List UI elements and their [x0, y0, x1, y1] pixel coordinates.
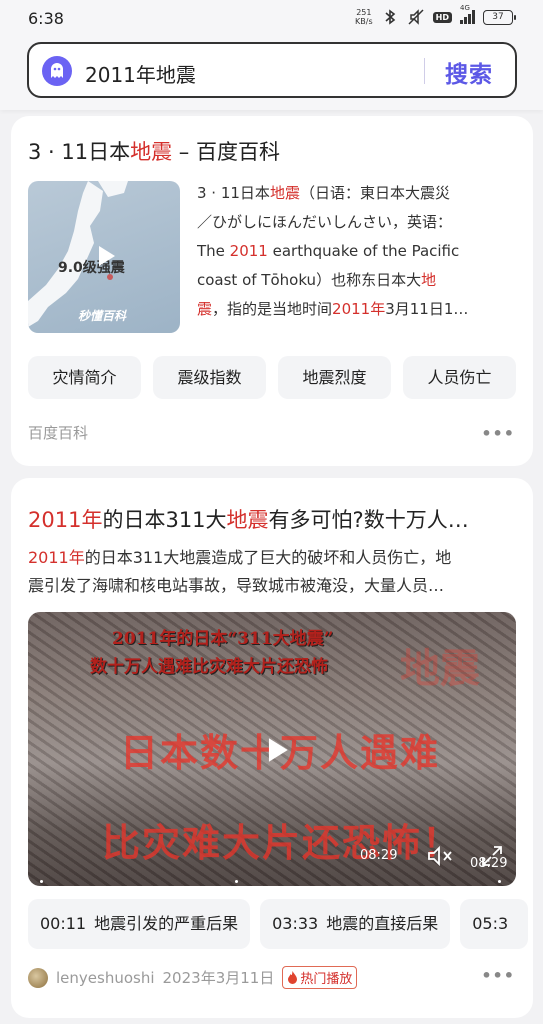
- topic-chips: 灾情简介 震级指数 地震烈度 人员伤亡: [28, 356, 516, 399]
- battery-icon: 37: [483, 9, 516, 25]
- chapter-item[interactable]: 03:33 地震的直接后果: [260, 899, 451, 949]
- chip-disaster-intro[interactable]: 灾情简介: [28, 356, 141, 399]
- chapter-label: 地震的直接后果: [326, 914, 439, 933]
- title-part: 3 · 11日本: [28, 140, 131, 164]
- result-source[interactable]: 百度百科: [28, 422, 88, 443]
- bluetooth-icon: [385, 9, 395, 25]
- video-overlay-ghost-text: 地震: [400, 646, 480, 692]
- title-part: 有多可怕?数十万人…: [268, 508, 469, 532]
- video-player[interactable]: 地震 2011年的日本“311大地震” 数十万人遇难比灾难大片还恐怖 日本数十万…: [28, 612, 516, 886]
- chapter-time: 00:11: [40, 914, 87, 933]
- brand-watermark: 秒懂百科: [78, 309, 127, 323]
- chapter-time: 05:3: [472, 914, 509, 933]
- chapter-label: 地震引发的严重后果: [94, 914, 239, 933]
- ghost-logo-icon: [42, 56, 72, 86]
- result-description: 2011年的日本311大地震造成了巨大的破坏和人员伤亡，地 震引发了海啸和核电站…: [28, 544, 518, 600]
- chapter-item[interactable]: 05:3: [460, 899, 529, 949]
- chip-intensity[interactable]: 地震烈度: [278, 356, 391, 399]
- hd-badge: HD: [432, 11, 452, 23]
- battery-level: 37: [492, 11, 504, 22]
- result-meta: lenyeshuoshi 2023年3月11日 热门播放: [28, 966, 358, 989]
- publish-date: 2023年3月11日: [162, 969, 275, 987]
- description-line: 震引发了海啸和核电站事故，导致城市被淹没，大量人员…: [28, 576, 445, 595]
- more-options-icon[interactable]: •••: [481, 966, 515, 985]
- title-highlight: 2011年: [28, 508, 103, 532]
- result-title[interactable]: 3 · 11日本地震 – 百度百科: [28, 136, 280, 166]
- result-card-baike[interactable]: 3 · 11日本地震 – 百度百科 9.0级强震 秒懂百科 3 · 11日本地震…: [11, 116, 533, 466]
- result-thumbnail[interactable]: 9.0级强震 秒懂百科: [28, 181, 180, 333]
- video-current-time: 08:29: [360, 848, 398, 863]
- hot-label: 热门播放: [300, 972, 353, 987]
- net-speed-unit: KB/s: [355, 17, 373, 26]
- chapter-time: 03:33: [272, 914, 319, 933]
- mute-icon[interactable]: [426, 844, 454, 868]
- result-title[interactable]: 2011年的日本311大地震有多可怕?数十万人…: [28, 504, 469, 534]
- title-part: 的日本311大: [102, 508, 227, 532]
- network-type: 4G: [460, 4, 470, 12]
- description-line: 2011年的日本311大地震造成了巨大的破坏和人员伤亡，地: [28, 548, 452, 567]
- play-icon[interactable]: [256, 730, 296, 770]
- chapter-item[interactable]: 00:11 地震引发的严重后果: [28, 899, 251, 949]
- abstract-line: 震，指的是当地时间2011年3月11日1…: [197, 300, 469, 318]
- search-divider: [424, 58, 425, 84]
- author-avatar[interactable]: [28, 967, 48, 988]
- status-bar: 6:38 251 KB/s HD 4G 37: [0, 0, 543, 36]
- status-time: 6:38: [28, 9, 64, 28]
- search-header: 2011年地震 搜索: [0, 36, 543, 110]
- title-part: – 百度百科: [172, 140, 280, 164]
- abstract-line: The 2011 earthquake of the Pacific: [197, 242, 460, 260]
- chip-magnitude[interactable]: 震级指数: [153, 356, 266, 399]
- fire-icon: [288, 971, 298, 984]
- chip-casualties[interactable]: 人员伤亡: [403, 356, 516, 399]
- video-overlay-text2: 比灾难大片还恐怖！: [102, 821, 463, 865]
- mute-icon: [408, 9, 424, 25]
- video-caption-line1: 2011年的日本“311大地震”: [112, 629, 334, 649]
- net-speed-value: 251: [356, 8, 372, 17]
- chapter-markers: [28, 880, 516, 886]
- result-abstract: 3 · 11日本地震（日语：東日本大震災 ／ひがしにほんだいしんさい，英语： T…: [197, 179, 517, 324]
- video-caption-line2: 数十万人遇难比灾难大片还恐怖: [90, 657, 328, 677]
- abstract-line: ／ひがしにほんだいしんさい，英语：: [197, 213, 453, 231]
- abstract-line: 3 · 11日本地震（日语：東日本大震災: [197, 184, 450, 202]
- play-icon[interactable]: [88, 239, 122, 273]
- hot-badge: 热门播放: [282, 966, 358, 989]
- video-chapters: 00:11 地震引发的严重后果 03:33 地震的直接后果 05:3: [28, 899, 529, 949]
- status-icons: 251 KB/s HD 4G 37: [355, 4, 516, 26]
- search-input[interactable]: 2011年地震: [85, 59, 196, 88]
- more-options-icon[interactable]: •••: [481, 424, 515, 443]
- title-highlight: 地震: [130, 140, 173, 164]
- signal-icon: 4G: [460, 4, 475, 24]
- search-box[interactable]: 2011年地震 搜索: [27, 42, 517, 98]
- title-highlight: 地震: [226, 508, 269, 532]
- author-name[interactable]: lenyeshuoshi: [56, 969, 155, 987]
- abstract-line: coast of Tōhoku）也称东日本大地: [197, 271, 437, 289]
- video-duration: 08:29: [470, 856, 508, 871]
- search-button[interactable]: 搜索: [445, 55, 493, 89]
- result-card-video[interactable]: 2011年的日本311大地震有多可怕?数十万人… 2011年的日本311大地震造…: [11, 478, 533, 1018]
- net-speed: 251 KB/s: [355, 8, 373, 26]
